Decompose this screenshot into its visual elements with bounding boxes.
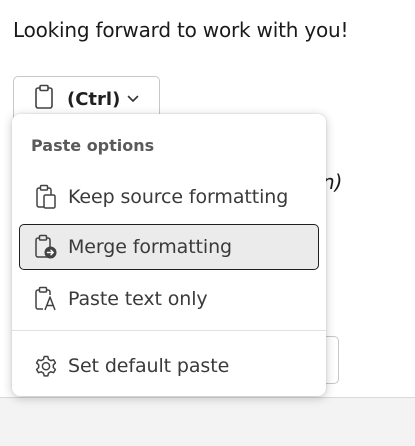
clipboard-keep-source-icon (33, 183, 59, 211)
clipboard-merge-icon (33, 233, 59, 261)
menu-divider (12, 330, 326, 331)
menu-item-merge-formatting[interactable]: Merge formatting (19, 224, 319, 270)
gear-icon (33, 352, 59, 380)
paste-options-menu: Paste options Keep source formatting Mer… (12, 114, 326, 396)
document-bottom-area (0, 397, 415, 446)
paste-button-label: (Ctrl) (67, 88, 121, 110)
menu-item-label: Merge formatting (68, 236, 232, 258)
menu-item-label: Paste text only (68, 288, 208, 310)
menu-item-paste-text-only[interactable]: Paste text only (19, 276, 319, 322)
menu-header: Paste options (31, 136, 155, 155)
clipboard-icon (34, 84, 54, 114)
clipboard-text-only-icon (33, 285, 59, 313)
menu-item-label: Set default paste (68, 355, 230, 377)
menu-item-keep-source-formatting[interactable]: Keep source formatting (19, 174, 319, 220)
document-text-line: Looking forward to work with you! (13, 18, 349, 42)
chevron-down-icon[interactable] (127, 95, 139, 103)
menu-item-label: Keep source formatting (68, 186, 289, 208)
menu-item-set-default-paste[interactable]: Set default paste (19, 343, 319, 389)
